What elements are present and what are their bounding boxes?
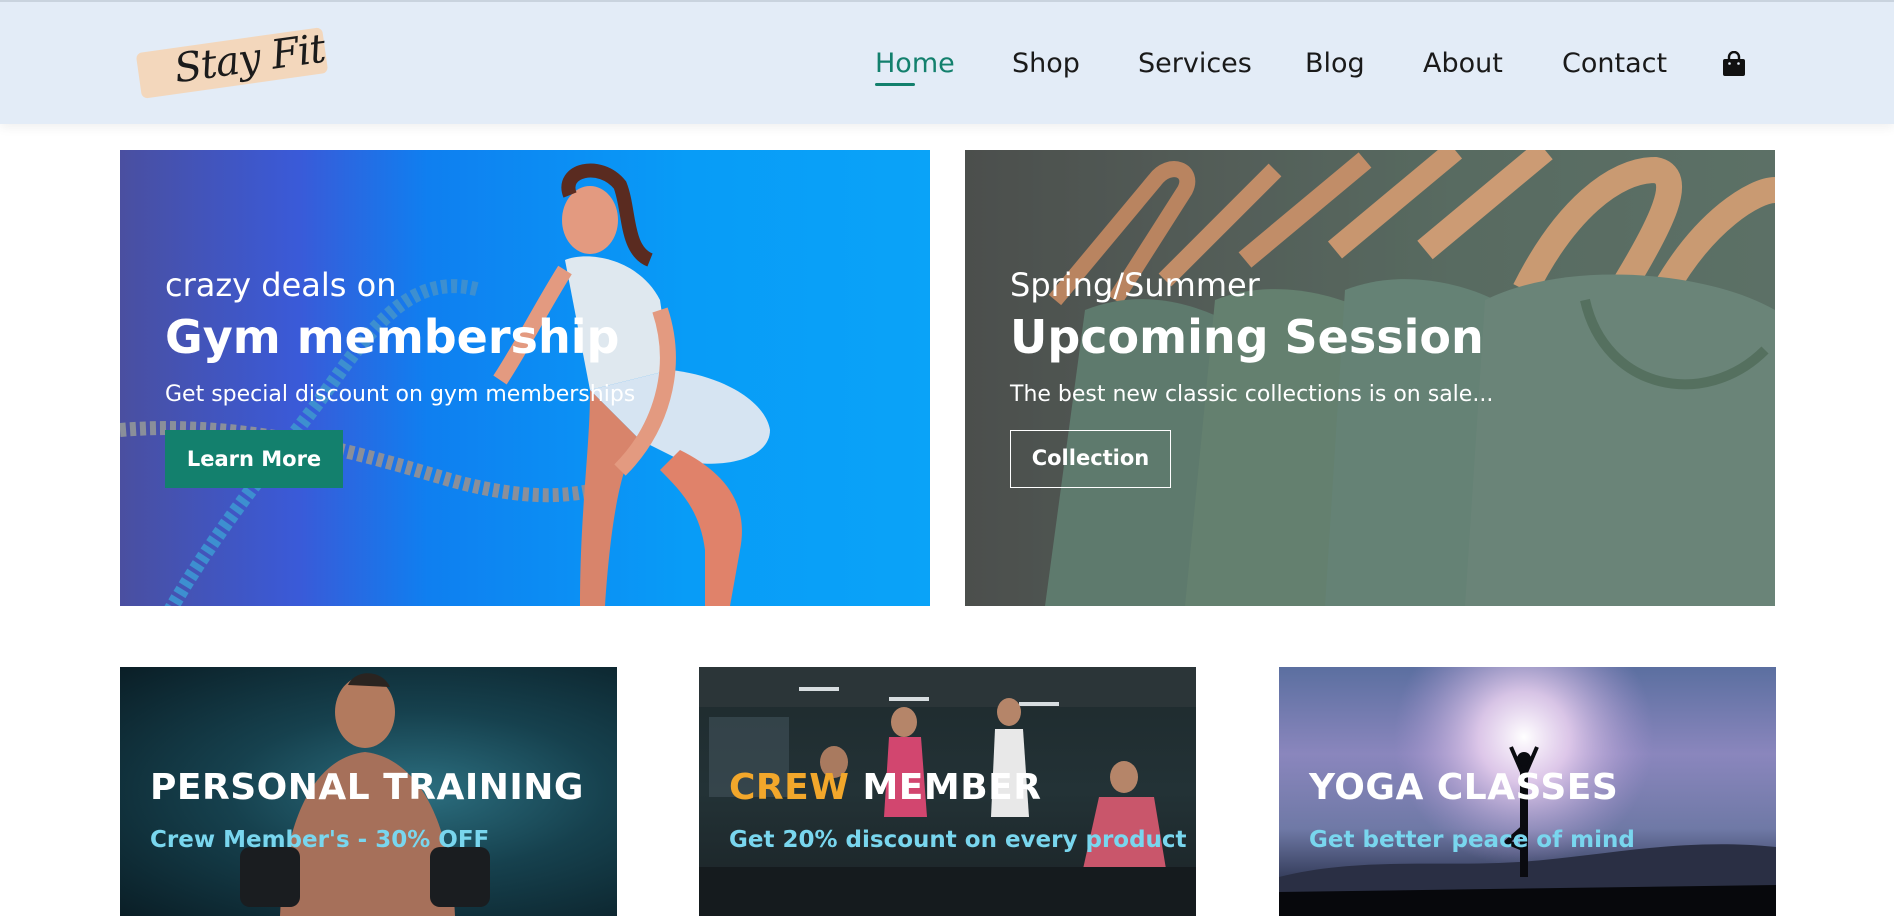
nav-shop[interactable]: Shop — [1012, 48, 1080, 79]
card-subtitle: Crew Member's - 30% OFF — [150, 827, 490, 853]
nav-active-underline — [875, 83, 915, 86]
crew-member-card[interactable]: CREW MEMBER Get 20% discount on every pr… — [699, 667, 1196, 916]
shopping-bag-icon[interactable] — [1722, 51, 1746, 77]
gym-membership-banner: crazy deals on Gym membership Get specia… — [120, 150, 930, 606]
nav-about[interactable]: About — [1423, 48, 1503, 79]
logo[interactable]: Stay Fit — [135, 26, 329, 99]
nav-blog[interactable]: Blog — [1305, 48, 1365, 79]
card-title: PERSONAL TRAINING — [150, 767, 584, 808]
banner-description: The best new classic collections is on s… — [1010, 382, 1494, 407]
nav-contact[interactable]: Contact — [1562, 48, 1667, 79]
banner-title: Gym membership — [165, 310, 620, 364]
upcoming-session-banner: Spring/Summer Upcoming Session The best … — [965, 150, 1775, 606]
card-title-accent: CREW — [729, 767, 850, 808]
card-subtitle: Get better peace of mind — [1309, 827, 1635, 853]
tshirts-on-hangers-image — [965, 150, 1775, 606]
banner-subtitle: Spring/Summer — [1010, 266, 1260, 304]
card-title-rest: MEMBER — [849, 767, 1042, 808]
learn-more-button[interactable]: Learn More — [165, 430, 343, 488]
nav-services[interactable]: Services — [1138, 48, 1252, 79]
card-subtitle: Get 20% discount on every product — [729, 827, 1187, 853]
site-header: Stay Fit Home Shop Services Blog About C… — [0, 0, 1894, 124]
collection-button[interactable]: Collection — [1010, 430, 1171, 488]
banner-title: Upcoming Session — [1010, 310, 1484, 364]
card-title: CREW MEMBER — [729, 767, 1041, 808]
card-title: YOGA CLASSES — [1309, 767, 1619, 808]
athlete-battle-ropes-image — [120, 163, 770, 606]
personal-training-card[interactable]: PERSONAL TRAINING Crew Member's - 30% OF… — [120, 667, 617, 916]
banner-subtitle: crazy deals on — [165, 266, 397, 304]
banner-description: Get special discount on gym memberships — [165, 382, 636, 407]
nav-home[interactable]: Home — [875, 48, 955, 79]
yoga-classes-card[interactable]: YOGA CLASSES Get better peace of mind — [1279, 667, 1776, 916]
